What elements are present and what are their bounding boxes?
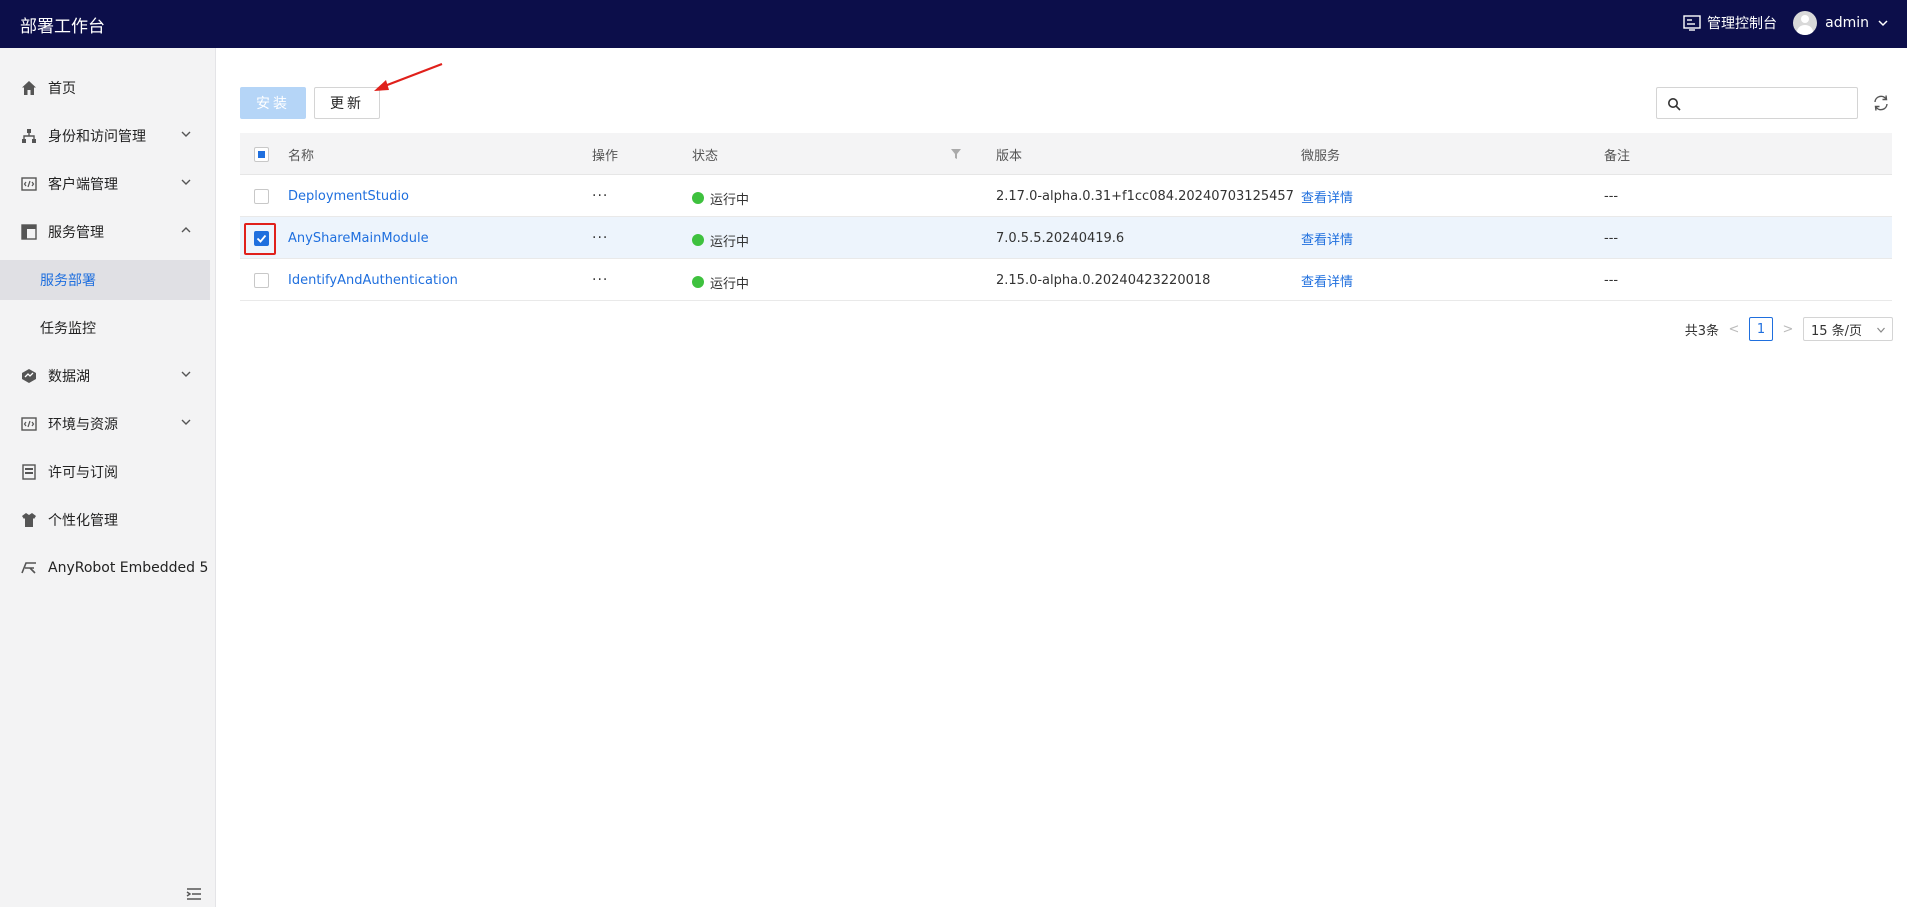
note-text: --- — [1604, 230, 1619, 246]
chevron-down-icon — [181, 371, 191, 377]
search-box[interactable] — [1656, 87, 1858, 119]
top-header: 部署工作台 管理控制台 admin — [0, 0, 1907, 48]
view-details-link[interactable]: 查看详情 — [1301, 175, 1353, 217]
sidebar: 首页 身份和访问管理 客户端管理 服务管理 服务部署 任务监控 数据湖 环境与资… — [0, 48, 216, 907]
refresh-icon[interactable] — [1872, 94, 1890, 112]
version-text: 7.0.5.5.20240419.6 — [996, 230, 1125, 246]
note-text: --- — [1604, 272, 1619, 288]
anyrobot-icon — [20, 559, 38, 577]
sidebar-item-label: 数据湖 — [48, 369, 90, 385]
status-dot-icon — [692, 192, 704, 204]
sidebar-item-identity[interactable]: 身份和访问管理 — [0, 116, 210, 156]
prev-page-icon[interactable]: < — [1727, 322, 1741, 337]
page-size-label: 15 条/页 — [1811, 323, 1863, 339]
username: admin — [1825, 15, 1869, 31]
table-row: AnyShareMainModule ··· 运行中 7.0.5.5.20240… — [240, 217, 1892, 259]
layout-icon — [20, 223, 38, 241]
code-window-icon — [20, 175, 38, 193]
sidebar-item-service-mgmt[interactable]: 服务管理 — [0, 212, 210, 252]
sidebar-item-home[interactable]: 首页 — [0, 68, 210, 108]
status-badge: 运行中 — [692, 259, 749, 301]
sidebar-item-personalize[interactable]: 个性化管理 — [0, 500, 210, 540]
chevron-down-icon — [1877, 327, 1885, 333]
console-link[interactable]: 管理控制台 — [1683, 13, 1777, 33]
service-name-link[interactable]: IdentifyAndAuthentication — [288, 259, 458, 301]
note-text: --- — [1604, 188, 1619, 204]
more-actions-button[interactable]: ··· — [592, 175, 608, 217]
service-name-link[interactable]: DeploymentStudio — [288, 175, 409, 217]
status-text: 运行中 — [710, 276, 750, 292]
column-header-note: 备注 — [1604, 148, 1631, 164]
console-icon — [1683, 15, 1701, 31]
service-name-link[interactable]: AnyShareMainModule — [288, 217, 429, 259]
sidebar-item-env-resource[interactable]: 环境与资源 — [0, 404, 210, 444]
lake-icon — [20, 367, 38, 385]
console-label: 管理控制台 — [1707, 16, 1777, 32]
table-header: 名称 操作 状态 版本 微服务 备注 — [240, 133, 1892, 175]
user-menu[interactable]: admin — [1793, 11, 1889, 35]
sidebar-item-label: 客户端管理 — [48, 177, 118, 193]
org-tree-icon — [20, 127, 38, 145]
status-dot-icon — [692, 234, 704, 246]
install-button[interactable]: 安装 — [240, 87, 306, 119]
chevron-down-icon — [181, 179, 191, 185]
chevron-up-icon — [181, 227, 191, 233]
version-text: 2.17.0-alpha.0.31+f1cc084.20240703125457 — [996, 188, 1294, 204]
select-all-checkbox[interactable] — [254, 133, 269, 175]
status-text: 运行中 — [710, 192, 750, 208]
view-details-link[interactable]: 查看详情 — [1301, 259, 1353, 301]
status-badge: 运行中 — [692, 217, 749, 259]
sidebar-item-label: 环境与资源 — [48, 417, 118, 433]
column-header-microservice: 微服务 — [1301, 148, 1341, 164]
table-row: IdentifyAndAuthentication ··· 运行中 2.15.0… — [240, 259, 1892, 301]
home-icon — [20, 79, 38, 97]
collapse-menu-icon[interactable] — [186, 887, 202, 901]
view-details-link[interactable]: 查看详情 — [1301, 217, 1353, 259]
status-dot-icon — [692, 276, 704, 288]
total-count: 共3条 — [1684, 323, 1719, 339]
page-number-current[interactable]: 1 — [1749, 317, 1773, 341]
service-table: 名称 操作 状态 版本 微服务 备注 DeploymentStudio ··· … — [240, 133, 1892, 301]
row-checkbox[interactable] — [254, 217, 269, 259]
sidebar-item-client[interactable]: 客户端管理 — [0, 164, 210, 204]
column-header-status: 状态 — [692, 148, 719, 164]
search-icon — [1668, 98, 1681, 111]
app-title: 部署工作台 — [20, 17, 105, 37]
chevron-down-icon — [181, 131, 191, 137]
chevron-down-icon — [1878, 20, 1888, 27]
row-checkbox[interactable] — [254, 259, 269, 301]
sidebar-item-data-lake[interactable]: 数据湖 — [0, 356, 210, 396]
shirt-icon — [20, 511, 38, 529]
column-header-op: 操作 — [592, 148, 619, 164]
code-window-icon — [20, 415, 38, 433]
sidebar-item-label: 个性化管理 — [48, 513, 118, 529]
sidebar-item-label: 身份和访问管理 — [48, 129, 146, 145]
pagination: 共3条 < 1 > 15 条/页 — [1685, 317, 1893, 341]
sidebar-item-anyrobot[interactable]: AnyRobot Embedded 5 — [0, 548, 210, 588]
more-actions-button[interactable]: ··· — [592, 259, 608, 301]
page-size-select[interactable]: 15 条/页 — [1803, 317, 1893, 341]
status-badge: 运行中 — [692, 175, 749, 217]
sidebar-item-label: 首页 — [48, 81, 76, 97]
sidebar-subitem-service-deploy[interactable]: 服务部署 — [0, 260, 210, 300]
table-row: DeploymentStudio ··· 运行中 2.17.0-alpha.0.… — [240, 175, 1892, 217]
search-input[interactable] — [1687, 92, 1852, 114]
sidebar-item-label: AnyRobot Embedded 5 — [48, 560, 209, 576]
column-header-version: 版本 — [996, 148, 1023, 164]
column-header-name: 名称 — [288, 148, 315, 164]
next-page-icon[interactable]: > — [1781, 322, 1795, 337]
sidebar-item-label: 服务管理 — [48, 225, 104, 241]
chevron-down-icon — [181, 419, 191, 425]
status-text: 运行中 — [710, 234, 750, 250]
row-checkbox[interactable] — [254, 175, 269, 217]
sidebar-item-label: 许可与订阅 — [48, 465, 118, 481]
avatar — [1793, 11, 1818, 35]
version-text: 2.15.0-alpha.0.20240423220018 — [996, 272, 1211, 288]
license-icon — [20, 463, 38, 481]
filter-icon[interactable] — [950, 148, 962, 160]
sidebar-subitem-task-monitor[interactable]: 任务监控 — [0, 308, 210, 348]
annotation-arrow — [374, 62, 443, 91]
sidebar-item-license[interactable]: 许可与订阅 — [0, 452, 210, 492]
more-actions-button[interactable]: ··· — [592, 217, 608, 259]
